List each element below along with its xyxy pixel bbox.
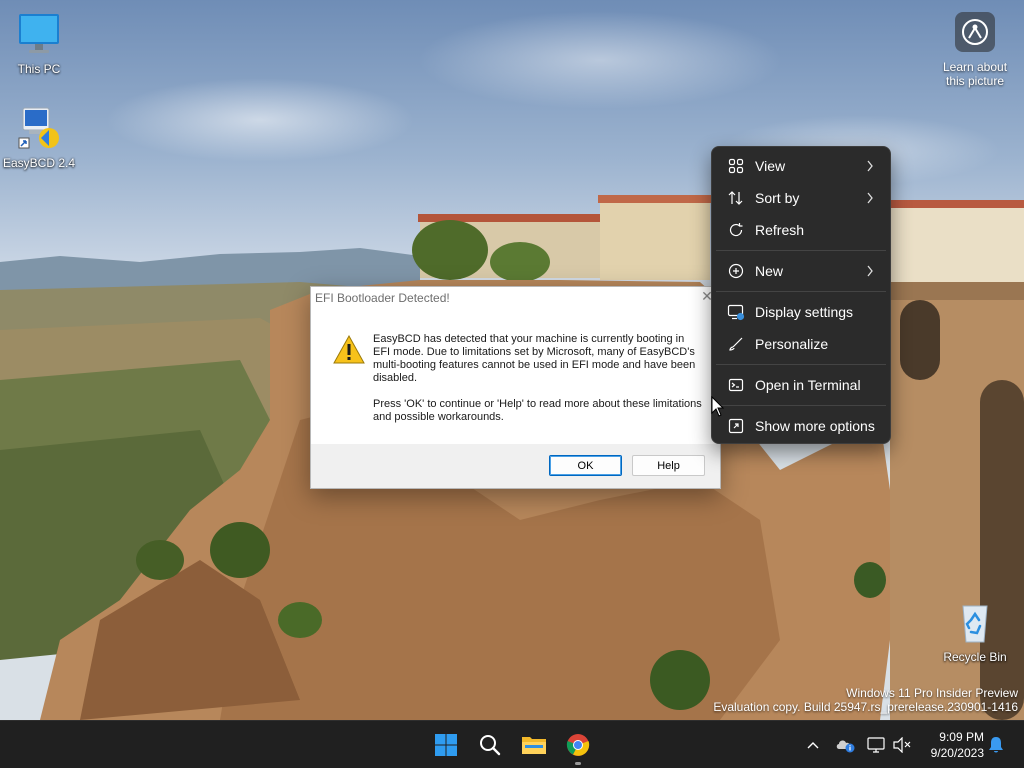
dialog-body: EasyBCD has detected that your machine i… xyxy=(311,309,720,445)
dialog-message: EasyBCD has detected that your machine i… xyxy=(373,333,703,437)
monitor-icon xyxy=(15,10,63,58)
notifications-button[interactable] xyxy=(986,735,1006,755)
menu-item-label: Display settings xyxy=(755,304,854,320)
network-icon xyxy=(867,737,885,753)
dialog-message-line-1: EasyBCD has detected that your machine i… xyxy=(373,333,696,384)
dialog-message-line-2: Press 'OK' to continue or 'Help' to read… xyxy=(373,398,702,423)
cloud-info-icon xyxy=(836,740,855,753)
easybcd-icon xyxy=(15,104,63,152)
search-icon xyxy=(480,735,501,756)
onedrive-tray-button[interactable] xyxy=(835,735,855,755)
file-explorer-button[interactable] xyxy=(518,729,550,761)
folder-icon xyxy=(522,737,546,754)
menu-item-label: Show more options xyxy=(755,418,875,434)
ok-button[interactable]: OK xyxy=(549,455,622,476)
volume-tray-button[interactable] xyxy=(892,735,912,755)
dialog-footer: OK Help xyxy=(311,444,720,488)
menu-item-label: Open in Terminal xyxy=(755,377,861,393)
menu-item-label: New xyxy=(755,263,784,279)
brush-icon xyxy=(726,334,746,354)
menu-item-label: Refresh xyxy=(755,222,805,238)
menu-item-label: View xyxy=(755,158,786,174)
desktop-icon-label: This PC xyxy=(17,62,61,76)
warning-icon xyxy=(333,334,365,365)
menu-item-sort-by[interactable]: Sort by xyxy=(712,182,890,214)
desktop-icon-recycle-bin[interactable]: Recycle Bin xyxy=(937,598,1013,664)
desktop-icon-easybcd[interactable]: EasyBCD 2.4 xyxy=(1,104,77,170)
menu-item-display-settings[interactable]: Display settings xyxy=(712,296,890,328)
menu-item-open-in-terminal[interactable]: Open in Terminal xyxy=(712,369,890,401)
menu-item-show-more-options[interactable]: Show more options xyxy=(712,410,890,442)
speaker-muted-icon xyxy=(893,737,911,753)
show-hidden-icons-button[interactable] xyxy=(803,735,823,755)
chevron-right-icon xyxy=(866,159,874,173)
mouse-cursor-icon xyxy=(711,396,725,417)
grid-view-icon xyxy=(726,156,746,176)
search-button[interactable] xyxy=(474,729,506,761)
menu-item-label: Personalize xyxy=(755,336,829,352)
camera-info-icon xyxy=(955,12,995,52)
menu-item-refresh[interactable]: Refresh xyxy=(712,214,890,246)
menu-item-view[interactable]: View xyxy=(712,150,890,182)
taskbar: 9:09 PM 9/20/2023 xyxy=(0,720,1024,768)
bell-icon xyxy=(989,737,1003,753)
terminal-icon xyxy=(726,375,746,395)
taskbar-clock[interactable]: 9:09 PM 9/20/2023 xyxy=(922,729,984,761)
chrome-button[interactable] xyxy=(562,729,594,765)
watermark-line-2: Evaluation copy. Build 25947.rs_prerelea… xyxy=(713,700,1018,714)
refresh-icon xyxy=(726,220,746,240)
sort-icon xyxy=(726,188,746,208)
menu-item-new[interactable]: New xyxy=(712,255,890,287)
menu-separator xyxy=(716,250,886,251)
desktop-icon-label: Recycle Bin xyxy=(943,650,1007,664)
chevron-right-icon xyxy=(866,191,874,205)
watermark-line-1: Windows 11 Pro Insider Preview xyxy=(846,686,1018,700)
chevron-right-icon xyxy=(866,264,874,278)
running-indicator xyxy=(575,762,581,765)
learn-about-picture[interactable]: Learn about this picture xyxy=(938,12,1012,88)
dialog-titlebar[interactable]: EFI Bootloader Detected! ✕ xyxy=(311,287,720,309)
more-options-icon xyxy=(726,416,746,436)
evaluation-watermark: Windows 11 Pro Insider Preview Evaluatio… xyxy=(713,686,1018,714)
menu-separator xyxy=(716,405,886,406)
clock-date: 9/20/2023 xyxy=(930,746,984,760)
desktop-icon-this-pc[interactable]: This PC xyxy=(1,10,77,76)
recycle-bin-icon xyxy=(951,598,999,646)
plus-circle-icon xyxy=(726,261,746,281)
menu-item-label: Sort by xyxy=(755,190,800,206)
desktop-context-menu: View Sort by Refresh New Display setting… xyxy=(711,146,891,444)
desktop-icon-label: EasyBCD 2.4 xyxy=(2,156,76,170)
dialog-title: EFI Bootloader Detected! xyxy=(315,291,450,305)
menu-item-personalize[interactable]: Personalize xyxy=(712,328,890,360)
menu-separator xyxy=(716,291,886,292)
chevron-up-icon xyxy=(807,742,819,749)
display-settings-icon xyxy=(726,302,746,322)
help-button[interactable]: Help xyxy=(632,455,705,476)
windows-logo-icon xyxy=(435,734,457,756)
menu-separator xyxy=(716,364,886,365)
efi-bootloader-dialog: EFI Bootloader Detected! ✕ EasyBCD has d… xyxy=(310,286,721,489)
start-button[interactable] xyxy=(430,729,462,761)
network-tray-button[interactable] xyxy=(866,735,886,755)
learn-about-picture-label: Learn about this picture xyxy=(942,60,1008,88)
chrome-icon xyxy=(566,734,590,756)
clock-time: 9:09 PM xyxy=(939,730,984,744)
